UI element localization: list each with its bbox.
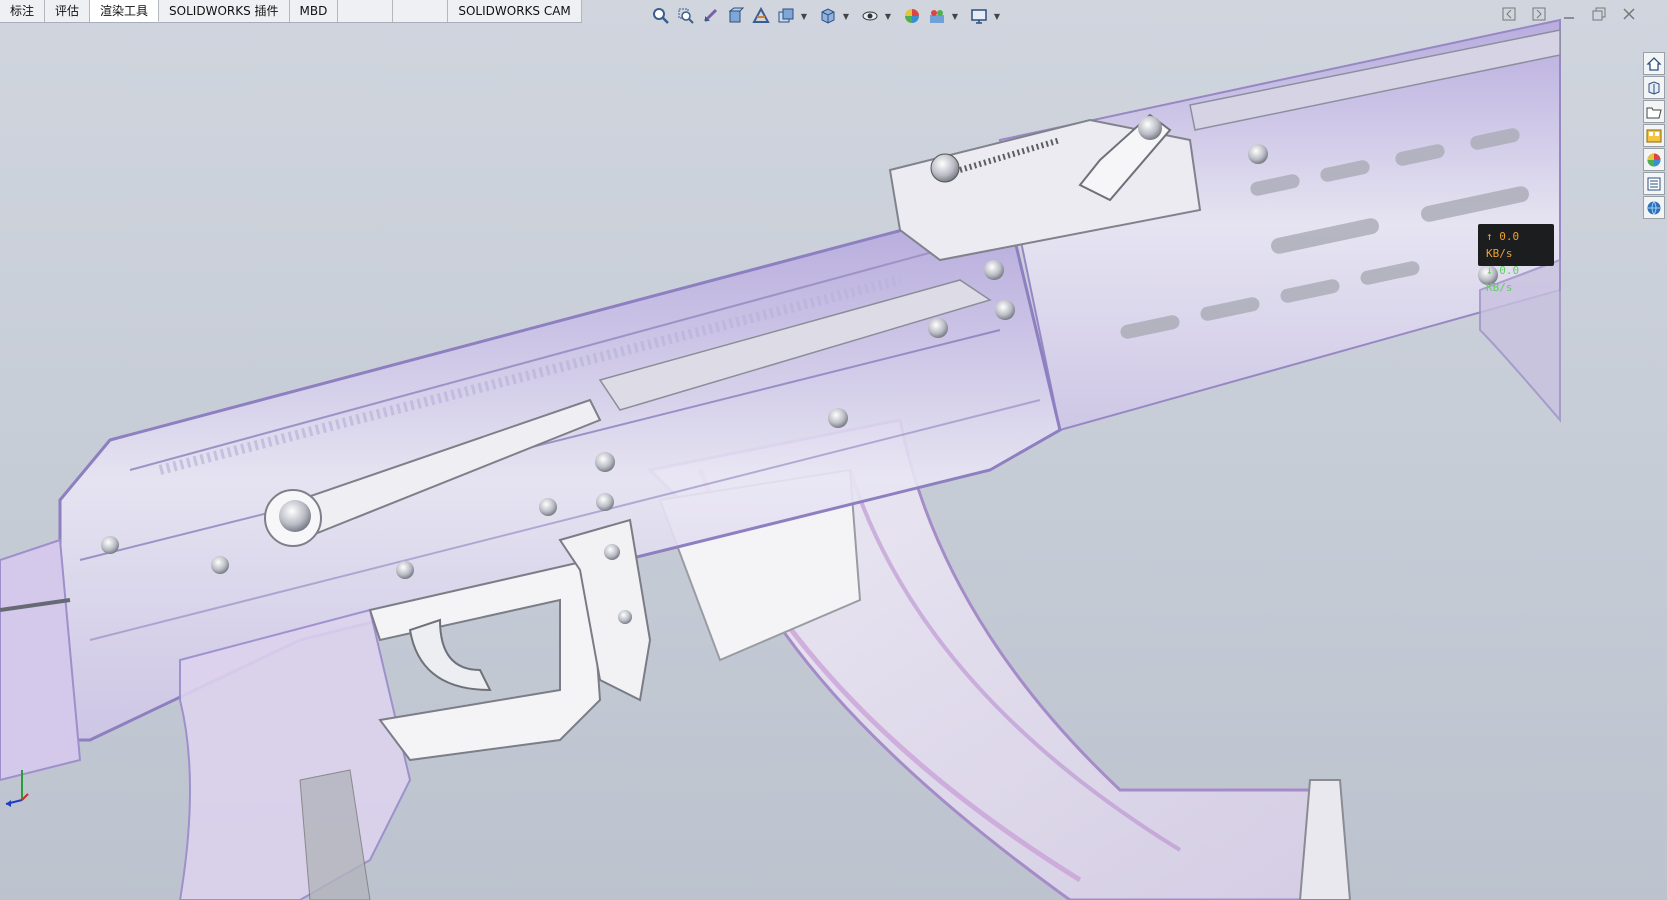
tab-empty-2[interactable] <box>393 0 449 22</box>
zoom-to-area-icon[interactable] <box>675 5 697 27</box>
pistol-grip <box>178 608 412 900</box>
task-pane-tabs <box>1643 52 1665 219</box>
view-orientation-icon[interactable] <box>775 5 797 27</box>
command-manager-tabs: 标注 评估 渲染工具 SOLIDWORKS 插件 MBD SOLIDWORKS … <box>0 0 582 23</box>
previous-view-icon[interactable] <box>700 5 722 27</box>
view-palette-icon[interactable] <box>1643 124 1665 147</box>
chevron-down-icon[interactable]: ▼ <box>993 12 1001 21</box>
dynamic-annotation-icon[interactable] <box>750 5 772 27</box>
reference-triad <box>5 770 29 807</box>
chevron-down-icon[interactable]: ▼ <box>951 12 959 21</box>
graphics-viewport[interactable] <box>0 0 1667 900</box>
tab-mbd[interactable]: MBD <box>290 0 339 22</box>
hide-show-items-icon[interactable] <box>859 5 881 27</box>
appearances-icon[interactable] <box>1643 148 1665 171</box>
community-icon[interactable] <box>1643 196 1665 219</box>
resources-icon[interactable] <box>1643 76 1665 99</box>
section-view-icon[interactable] <box>725 5 747 27</box>
chevron-down-icon[interactable]: ▼ <box>842 12 850 21</box>
close-icon[interactable] <box>1621 6 1637 22</box>
minimize-icon[interactable] <box>1561 6 1577 22</box>
edit-appearance-icon[interactable] <box>901 5 923 27</box>
tab-render-tools[interactable]: 渲染工具 <box>90 0 160 22</box>
chevron-down-icon[interactable]: ▼ <box>884 12 892 21</box>
restore-window-icon[interactable] <box>1591 6 1607 22</box>
download-speed: ↓ 0.0 KB/s <box>1486 264 1520 294</box>
display-style-icon[interactable] <box>817 5 839 27</box>
window-controls <box>1501 6 1637 22</box>
file-explorer-icon[interactable] <box>1643 100 1665 123</box>
restore-left-icon[interactable] <box>1501 6 1517 22</box>
chevron-down-icon[interactable]: ▼ <box>800 12 808 21</box>
zoom-to-fit-icon[interactable] <box>650 5 672 27</box>
tab-evaluate[interactable]: 评估 <box>45 0 91 22</box>
tab-empty-1[interactable] <box>338 0 394 22</box>
custom-properties-icon[interactable] <box>1643 172 1665 195</box>
tab-solidworks-addins[interactable]: SOLIDWORKS 插件 <box>159 0 290 22</box>
heads-up-view-toolbar: ▼ ▼ ▼ ▼ ▼ <box>650 3 1007 29</box>
apply-scene-icon[interactable] <box>926 5 948 27</box>
restore-right-icon[interactable] <box>1531 6 1547 22</box>
upload-speed: ↑ 0.0 KB/s <box>1486 230 1520 260</box>
tab-annotate[interactable]: 标注 <box>0 0 46 22</box>
network-speed-widget: ↑ 0.0 KB/s ↓ 0.0 KB/s <box>1478 224 1554 294</box>
view-settings-icon[interactable] <box>968 5 990 27</box>
home-icon[interactable] <box>1643 52 1665 75</box>
tab-solidworks-cam[interactable]: SOLIDWORKS CAM <box>448 0 582 22</box>
